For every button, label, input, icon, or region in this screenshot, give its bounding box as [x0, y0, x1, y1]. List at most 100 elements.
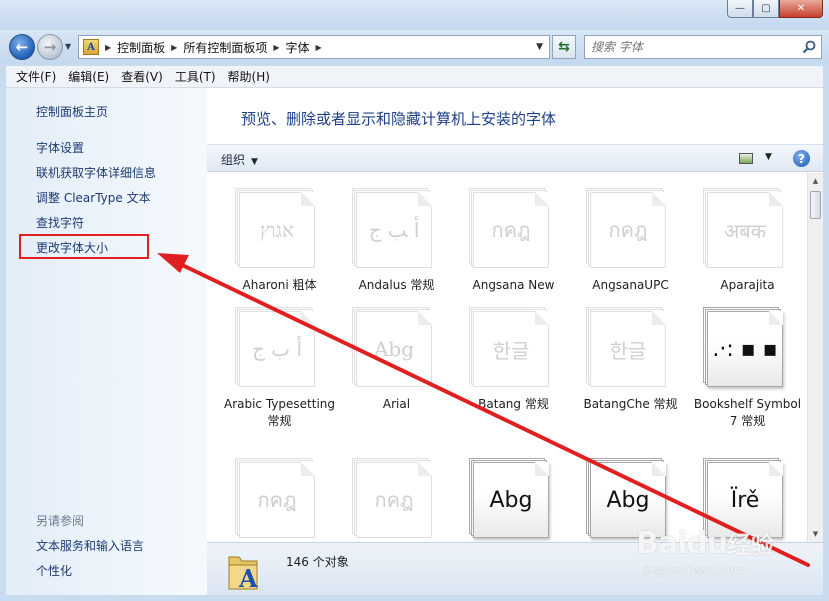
search-box[interactable]	[584, 35, 822, 59]
chevron-right-icon[interactable]: ▶	[316, 43, 322, 52]
font-sample-text: กคฎ	[491, 218, 531, 242]
recent-pages-dropdown[interactable]: ▼	[65, 42, 71, 51]
status-bar: A 146 个对象	[207, 542, 823, 595]
chevron-right-icon[interactable]: ▶	[105, 43, 111, 52]
see-also-heading: 另请参阅	[36, 514, 85, 528]
font-preview-icon: 한글	[586, 307, 666, 387]
maximize-button[interactable]: ▢	[753, 0, 779, 18]
font-sample-text: Abg	[489, 487, 533, 513]
font-tile[interactable]: 한글 Batang 常规	[455, 307, 572, 425]
window-controls: — ▢ ✕	[727, 0, 823, 18]
font-tile[interactable]: กคฎ Angsana New	[455, 188, 572, 306]
scroll-up-button[interactable]: ▲	[808, 173, 823, 189]
font-preview-icon: अबक	[703, 188, 783, 268]
command-bar: 组织 ▼ ▼ ?	[207, 144, 823, 172]
item-count: 146 个对象	[286, 555, 349, 569]
font-preview-icon: กคฎ	[586, 188, 666, 268]
font-tile[interactable]: Ïrě	[689, 458, 806, 542]
font-preview-icon: أ ب ج	[235, 307, 315, 387]
organize-button[interactable]: 组织 ▼	[221, 151, 258, 168]
font-name: Bookshelf Symbol 7 常规	[693, 397, 802, 428]
font-preview-icon: Ïrě	[703, 458, 783, 538]
address-bar[interactable]: A ▶ 控制面板 ▶ 所有控制面板项 ▶ 字体 ▶ ▼	[78, 35, 550, 59]
adjust-cleartype-link[interactable]: 调整 ClearType 文本	[36, 189, 151, 206]
font-sample-text: กคฎ	[608, 218, 648, 242]
chevron-right-icon[interactable]: ▶	[171, 43, 177, 52]
font-name: AngsanaUPC	[592, 278, 669, 292]
find-character-link[interactable]: 查找字符	[36, 214, 84, 231]
font-name: Angsana New	[472, 278, 555, 292]
font-name: Arabic Typesetting 常规	[223, 397, 336, 428]
font-name: BatangChe 常规	[583, 397, 678, 411]
font-name: Aparajita	[720, 278, 775, 292]
scroll-thumb[interactable]	[810, 191, 821, 219]
chevron-down-icon[interactable]: ▼	[536, 42, 543, 52]
font-sample-text: ﺃ ﺐ ﺝ	[368, 218, 420, 242]
font-tile[interactable]: กคฎ	[221, 458, 338, 542]
left-navigation-pane: 控制面板主页 字体设置 联机获取字体详细信息 调整 ClearType 文本 查…	[6, 88, 207, 595]
forward-button[interactable]: →	[37, 34, 63, 60]
control-panel-home-link[interactable]: 控制面板主页	[36, 103, 108, 120]
fonts-folder-icon: A	[83, 39, 99, 55]
menu-tools[interactable]: 工具(T)	[169, 68, 222, 85]
font-name: Arial	[382, 397, 411, 411]
search-input[interactable]	[591, 40, 791, 54]
font-tile[interactable]: אגוץ Aharoni 粗体	[221, 188, 338, 306]
font-tile[interactable]: अबक Aparajita	[689, 188, 806, 306]
navigation-bar: ← → ▼ A ▶ 控制面板 ▶ 所有控制面板项 ▶ 字体 ▶ ▼ ⇆	[0, 30, 829, 64]
change-view-icon[interactable]	[739, 153, 753, 164]
font-sample-text: 한글	[492, 338, 530, 363]
menu-help[interactable]: 帮助(H)	[222, 68, 276, 85]
chevron-right-icon[interactable]: ▶	[273, 43, 279, 52]
arrow-left-icon: ←	[15, 38, 29, 56]
menu-edit[interactable]: 编辑(E)	[62, 68, 115, 85]
personalization-link[interactable]: 个性化	[36, 562, 72, 579]
font-sample-text: Ïrě	[730, 487, 760, 513]
font-sample-text: 한글	[609, 338, 647, 363]
help-icon[interactable]: ?	[793, 150, 810, 167]
font-tile[interactable]: กคฎ AngsanaUPC	[572, 188, 689, 306]
page-title: 预览、删除或者显示和隐藏计算机上安装的字体	[241, 110, 557, 128]
menu-view[interactable]: 查看(V)	[115, 68, 169, 85]
menu-file[interactable]: 文件(F)	[10, 68, 62, 85]
font-tile[interactable]: Abg Arial	[338, 307, 455, 425]
back-button[interactable]: ←	[9, 34, 35, 60]
menu-bar: 文件(F) 编辑(E) 查看(V) 工具(T) 帮助(H)	[6, 66, 823, 88]
text-services-link[interactable]: 文本服务和输入语言	[36, 537, 144, 554]
font-sample-text: .·: ▪ ▪	[712, 336, 778, 362]
vertical-scrollbar[interactable]: ▲ ▼	[807, 173, 823, 542]
font-name: Andalus 常规	[358, 278, 435, 292]
svg-text:A: A	[238, 564, 258, 591]
font-preview-icon: .·: ▪ ▪	[703, 307, 783, 387]
font-preview-icon: Abg	[352, 307, 432, 387]
font-tile[interactable]: .·: ▪ ▪ Bookshelf Symbol 7 常规	[689, 307, 806, 428]
font-tile[interactable]: 한글 BatangChe 常规	[572, 307, 689, 425]
font-sample-text: กคฎ	[257, 488, 297, 512]
scroll-down-button[interactable]: ▼	[808, 526, 823, 542]
arrow-right-icon: →	[43, 38, 57, 56]
breadcrumb-fonts[interactable]: 字体	[286, 39, 310, 56]
font-tile[interactable]: ﺃ ﺐ ﺝ Andalus 常规	[338, 188, 455, 306]
get-font-info-online-link[interactable]: 联机获取字体详细信息	[36, 164, 156, 181]
view-options-dropdown[interactable]: ▼	[765, 152, 772, 162]
close-button[interactable]: ✕	[779, 0, 823, 18]
font-preview-icon: ﺃ ﺐ ﺝ	[352, 188, 432, 268]
title-bar: — ▢ ✕	[0, 0, 829, 30]
font-tile[interactable]: أ ب ج Arabic Typesetting 常规	[221, 307, 338, 428]
refresh-button[interactable]: ⇆	[552, 35, 576, 59]
font-tile[interactable]: กคฎ	[338, 458, 455, 542]
minimize-button[interactable]: —	[727, 0, 753, 18]
breadcrumb-control-panel[interactable]: 控制面板	[117, 39, 165, 56]
font-sample-text: Abg	[606, 487, 650, 513]
font-sample-text: अबक	[723, 218, 767, 243]
font-tile[interactable]: Abg	[572, 458, 689, 542]
font-preview-icon: กคฎ	[469, 188, 549, 268]
font-preview-icon: אגוץ	[235, 188, 315, 268]
search-icon[interactable]	[801, 39, 817, 55]
main-pane: 预览、删除或者显示和隐藏计算机上安装的字体 组织 ▼ ▼ ? אגוץ Aharon…	[207, 88, 823, 595]
font-sample-text: Abg	[373, 337, 415, 361]
font-tile[interactable]: Abg	[455, 458, 572, 542]
breadcrumb-all-items[interactable]: 所有控制面板项	[183, 39, 267, 56]
font-name: Aharoni 粗体	[242, 278, 317, 292]
font-settings-link[interactable]: 字体设置	[36, 139, 84, 156]
